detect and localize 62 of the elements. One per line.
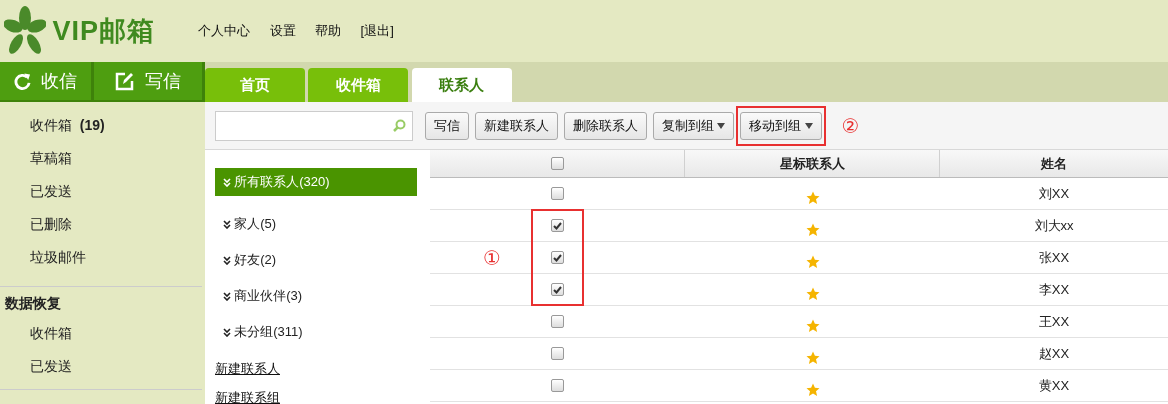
toolbar-button[interactable]: 移动到组 [740,111,822,140]
star-icon[interactable] [805,350,820,365]
link[interactable]: 新建联系人 [215,358,280,379]
name-cell-text: 黄XX [1038,376,1070,395]
flower-logo-icon [4,6,46,56]
search-field[interactable] [215,110,413,141]
group-item[interactable]: 好友(2) [215,246,417,274]
checkbox[interactable] [551,187,564,200]
refresh-icon [14,72,31,90]
checkbox[interactable] [551,219,564,232]
double-chevron-icon [223,255,231,265]
star-icon[interactable] [805,382,820,397]
folder-item[interactable]: 已删除 [0,207,202,241]
search-icon [391,118,406,133]
column-header: 星标联系人 [779,154,845,173]
name-cell-text: 张XX [1038,248,1070,267]
checkbox[interactable] [551,251,564,264]
header-link[interactable]: [退出] [360,21,394,41]
checkbox[interactable] [551,347,564,360]
annotation-marker: ② [841,115,860,136]
toolbar-button[interactable]: 写信 [425,111,469,140]
folder-item[interactable]: 已发送 [0,349,202,383]
header-link[interactable]: 个人中心 [198,21,251,41]
double-chevron-icon [223,291,231,301]
folder-item[interactable]: 垃圾邮件 [0,240,202,274]
group-item[interactable]: 家人(5) [215,210,417,238]
name-cell-text: 李XX [1038,280,1070,299]
name-cell-text: 刘大xx [1034,216,1074,235]
checkbox[interactable] [550,157,564,170]
star-icon[interactable] [805,190,820,205]
checkbox[interactable] [551,379,564,392]
group-item[interactable]: 商业伙伴(3) [215,282,417,310]
section-title: 数据恢复 [4,293,62,313]
name-cell-text: 王XX [1038,312,1070,331]
double-chevron-icon [223,219,231,229]
edit-icon [115,71,135,91]
annotation-marker: ① [483,247,501,268]
folder-item[interactable]: 收件箱 (19) [0,108,202,142]
star-icon[interactable] [805,254,820,269]
group-item[interactable]: 所有联系人(320) [215,168,417,196]
folder-item[interactable]: 草稿箱 [0,141,202,175]
folder-item[interactable]: 已发送 [0,174,202,208]
name-cell-text: 刘XX [1038,184,1070,203]
name-cell-text: 赵XX [1038,344,1070,363]
toolbar-button[interactable]: 新建联系人 [475,111,558,140]
column-header: 姓名 [1041,154,1067,173]
toolbar-button[interactable]: 复制到组 [653,111,735,140]
folder-item[interactable]: 收件箱 [0,316,202,350]
logo-text: VIP邮箱 [52,14,156,48]
star-icon[interactable] [805,222,820,237]
header-link[interactable]: 设置 [269,21,296,41]
group-item[interactable]: 未分组(311) [215,318,417,346]
checkbox[interactable] [551,283,564,296]
link[interactable]: 新建联系组 [215,387,280,404]
double-chevron-icon [223,327,231,337]
star-icon[interactable] [805,286,820,301]
tab[interactable]: 联系人 [411,68,512,102]
star-icon[interactable] [805,318,820,333]
toolbar-button[interactable]: 删除联系人 [564,111,647,140]
header-link[interactable]: 帮助 [315,21,342,41]
double-chevron-icon [223,177,231,187]
checkbox[interactable] [551,315,564,328]
